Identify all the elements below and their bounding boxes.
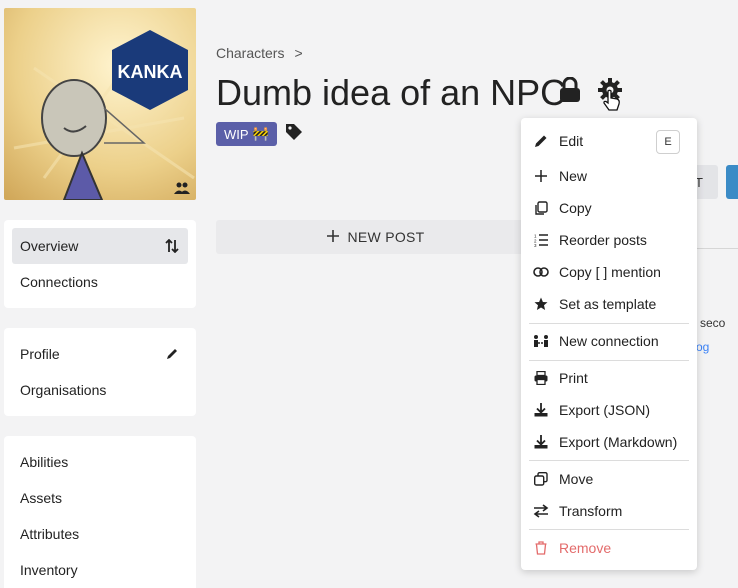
people-connection-icon <box>533 333 549 349</box>
sidebar-item-label: Profile <box>20 346 60 362</box>
sidebar-item-label: Inventory <box>20 562 78 578</box>
menu-item-label: Reorder posts <box>559 232 647 248</box>
breadcrumb-link[interactable]: Characters <box>216 45 284 61</box>
download-icon <box>533 434 549 450</box>
menu-item-set-as-template[interactable]: Set as template <box>521 289 697 319</box>
primary-button[interactable] <box>726 165 738 199</box>
link-icon <box>533 264 549 280</box>
pencil-icon[interactable] <box>164 346 180 362</box>
arrows-exchange-icon <box>533 503 549 519</box>
sidebar-item-label: Connections <box>20 274 98 290</box>
menu-separator <box>529 360 689 361</box>
svg-text:3: 3 <box>534 243 537 247</box>
breadcrumb-separator: > <box>294 45 303 61</box>
users-icon <box>174 182 192 194</box>
menu-item-copy[interactable]: Copy <box>521 193 697 223</box>
breadcrumb: Characters > <box>216 45 303 61</box>
menu-item-label: Edit <box>559 133 584 149</box>
menu-item-export-json[interactable]: Export (JSON) <box>521 395 697 425</box>
sidebar-item-profile[interactable]: Profile <box>4 336 196 372</box>
menu-item-label: Print <box>559 370 588 386</box>
plus-icon <box>327 229 340 245</box>
tag-row: WIP 🚧 <box>216 122 303 146</box>
sidebar-item-label: Assets <box>20 490 63 506</box>
plus-icon <box>533 168 549 184</box>
menu-item-copy-mention[interactable]: Copy [ ] mention <box>521 257 697 287</box>
menu-item-transform[interactable]: Transform <box>521 496 697 526</box>
menu-item-move[interactable]: Move <box>521 464 697 494</box>
copy-icon <box>533 200 549 216</box>
menu-item-label: Transform <box>559 503 623 519</box>
lock-icon <box>559 76 581 108</box>
star-icon <box>533 296 549 312</box>
move-icon <box>533 471 549 487</box>
menu-item-print[interactable]: Print <box>521 363 697 393</box>
entity-actions-menu: Edit E New Copy 123 Reorder posts Copy [… <box>521 118 697 570</box>
menu-item-new-connection[interactable]: New connection <box>521 326 697 356</box>
sidebar-item-label: Overview <box>20 238 79 254</box>
log-link[interactable]: og <box>696 340 709 354</box>
sidebar-panel-profile: Profile Organisations <box>4 328 196 416</box>
pencil-icon <box>533 133 549 149</box>
tag-icon[interactable] <box>285 123 303 146</box>
new-post-label: NEW POST <box>347 229 425 245</box>
sidebar-item-attributes[interactable]: Attributes <box>4 516 196 552</box>
menu-item-reorder-posts[interactable]: 123 Reorder posts <box>521 225 697 255</box>
sidebar-panel-main: Overview Connections <box>4 220 196 308</box>
menu-item-label: Remove <box>559 540 612 556</box>
sidebar-item-inventory[interactable]: Inventory <box>4 552 196 588</box>
menu-item-edit[interactable]: Edit E <box>521 126 697 156</box>
menu-item-label: New connection <box>559 333 659 349</box>
new-post-button[interactable]: NEW POST <box>216 220 536 254</box>
menu-item-label: Copy [ ] mention <box>559 264 661 280</box>
menu-item-label: Export (JSON) <box>559 402 651 418</box>
menu-item-label: Set as template <box>559 296 657 312</box>
list-ordered-icon: 123 <box>533 232 549 248</box>
menu-item-label: Move <box>559 471 594 487</box>
printer-icon <box>533 370 549 386</box>
menu-item-label: Export (Markdown) <box>559 434 678 450</box>
page-title: Dumb idea of an NPC <box>216 72 567 113</box>
sort-icon[interactable] <box>164 238 180 254</box>
construction-icon: 🚧 <box>252 126 269 141</box>
entity-avatar[interactable]: KANKA <box>4 8 196 200</box>
tag-label: WIP <box>224 126 249 142</box>
trash-icon <box>533 540 549 556</box>
sidebar-item-organisations[interactable]: Organisations <box>4 372 196 408</box>
cursor-hand-icon <box>602 89 622 116</box>
menu-separator <box>529 323 689 324</box>
download-icon <box>533 402 549 418</box>
divider <box>690 248 738 249</box>
shortcut-key: E <box>656 130 680 154</box>
sidebar-item-label: Attributes <box>20 526 80 542</box>
sidebar-item-assets[interactable]: Assets <box>4 480 196 516</box>
menu-item-label: New <box>559 168 588 184</box>
sidebar-item-overview[interactable]: Overview <box>12 228 188 264</box>
sidebar-item-label: Organisations <box>20 382 107 398</box>
sidebar-item-abilities[interactable]: Abilities <box>4 444 196 480</box>
sidebar-item-connections[interactable]: Connections <box>4 264 196 300</box>
menu-separator <box>529 460 689 461</box>
sidebar-panel-extras: Abilities Assets Attributes Inventory <box>4 436 196 588</box>
kanka-logo: KANKA <box>118 62 183 82</box>
wip-tag-badge[interactable]: WIP 🚧 <box>216 122 277 146</box>
sidebar-item-label: Abilities <box>20 454 69 470</box>
menu-item-new[interactable]: New <box>521 161 697 191</box>
menu-item-export-markdown[interactable]: Export (Markdown) <box>521 427 697 457</box>
menu-separator <box>529 529 689 530</box>
menu-item-remove[interactable]: Remove <box>521 533 697 563</box>
menu-item-label: Copy <box>559 200 592 216</box>
